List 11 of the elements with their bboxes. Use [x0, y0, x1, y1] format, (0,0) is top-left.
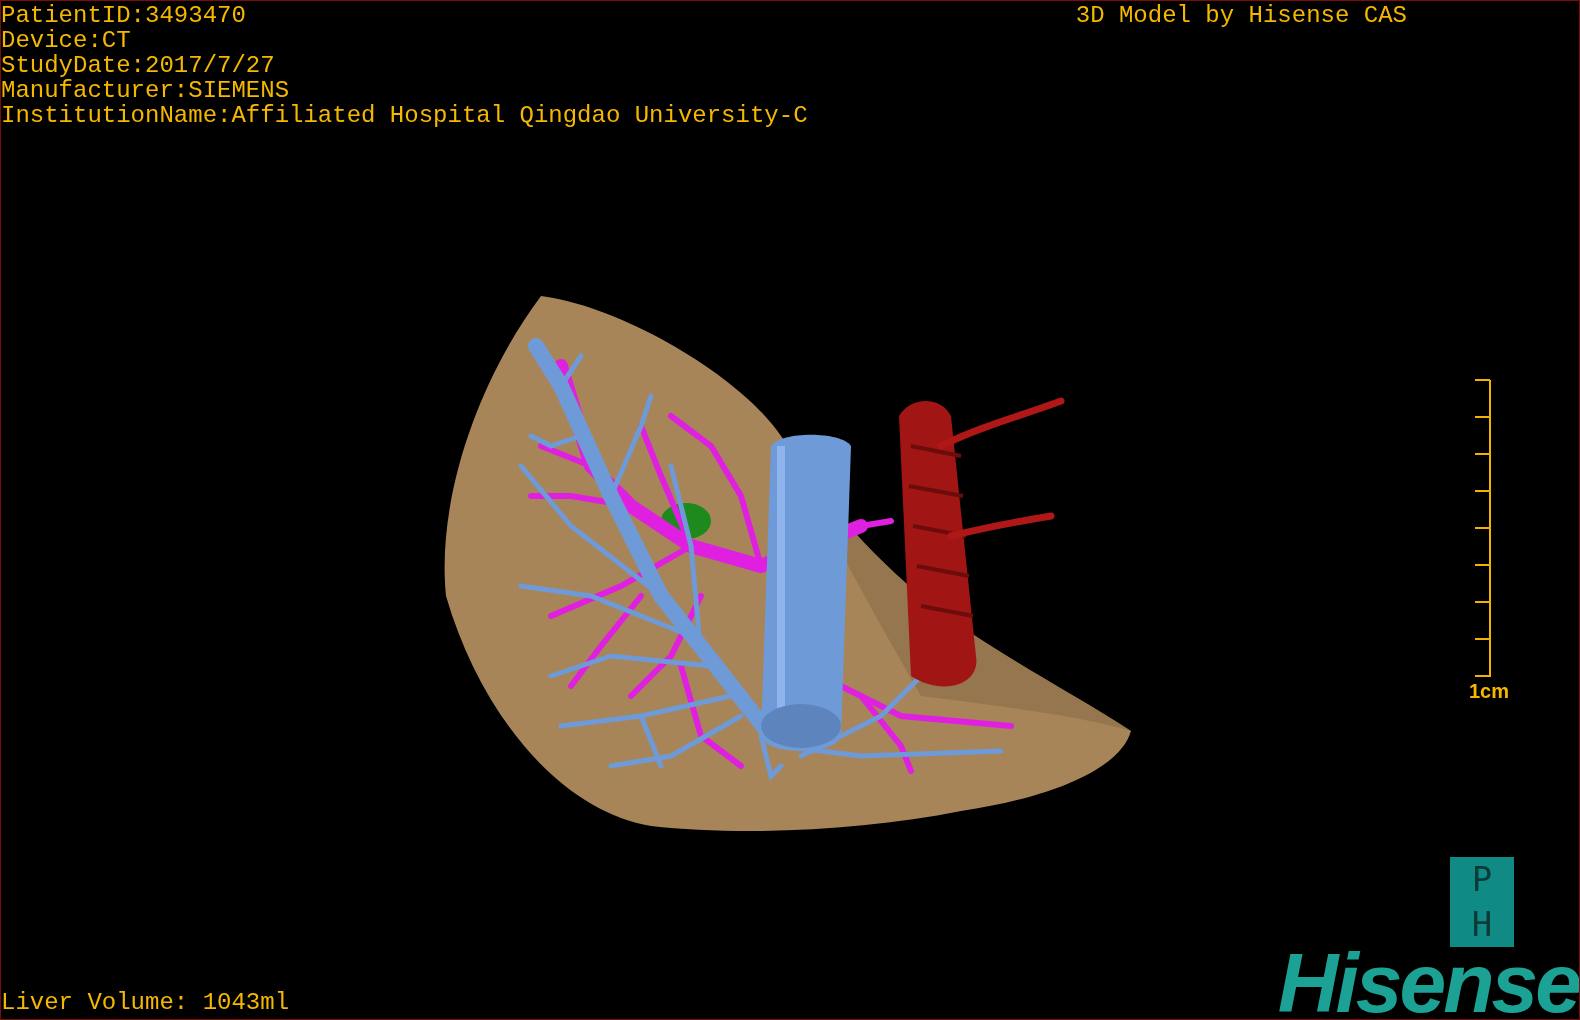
info-text: Manufacturer:SIEMENS [1, 78, 291, 103]
logo-letter: H [1470, 903, 1494, 946]
info-text: Device:CT [1, 28, 132, 53]
info-text: PatientID:3493470 [1, 3, 247, 28]
window-title: 3D Model by Hisense CAS [1075, 2, 1407, 29]
info-text: StudyDate:2017/7/27 [1, 53, 276, 78]
scale-label: 1cm [1468, 680, 1509, 702]
logo-letter: P [1470, 858, 1494, 901]
info-text: InstitutionName:Affiliated Hospital Qingdao University-C [1, 103, 808, 128]
volume-text: Liver Volume: 1043ml [1, 990, 290, 1015]
logo-wordmark: Hisense [1277, 947, 1579, 1019]
